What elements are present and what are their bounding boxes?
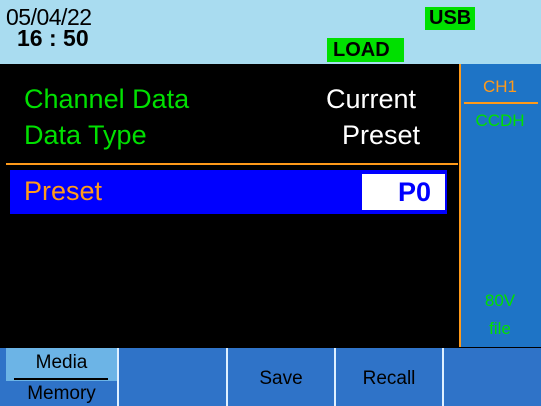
channel-indicator: CH1 xyxy=(482,77,517,96)
mode-indicator: CCDH xyxy=(475,111,525,130)
load-status-badge: LOAD xyxy=(327,38,404,62)
device-screen: 05/04/22 16 : 50 USB LOAD Channel Data C… xyxy=(0,0,541,406)
file-indicator: file xyxy=(489,319,511,338)
recall-softkey[interactable]: Recall xyxy=(334,348,442,406)
softkey-5[interactable] xyxy=(442,348,541,406)
data-type-label: Data Type xyxy=(24,120,147,150)
preset-row[interactable]: Preset P0 xyxy=(10,170,447,214)
media-option-label: Media xyxy=(35,352,88,373)
usb-status-badge: USB xyxy=(425,7,476,30)
channel-data-label: Channel Data xyxy=(24,84,190,114)
status-bar: 05/04/22 16 : 50 USB LOAD xyxy=(0,0,541,64)
sidebar-divider xyxy=(464,102,538,104)
save-softkey-label: Save xyxy=(259,368,303,389)
channel-data-value[interactable]: Current xyxy=(326,84,416,114)
save-softkey[interactable]: Save xyxy=(226,348,334,406)
media-option-separator xyxy=(14,378,108,380)
section-divider xyxy=(6,163,458,165)
data-type-value[interactable]: Preset xyxy=(342,120,420,150)
voltage-indicator: 80V xyxy=(484,291,516,310)
softkey-2[interactable] xyxy=(117,348,226,406)
preset-value-field[interactable]: P0 xyxy=(362,174,445,210)
preset-label: Preset xyxy=(24,176,103,206)
memory-option-label: Memory xyxy=(6,381,117,406)
media-memory-softkey[interactable]: Media Memory xyxy=(6,348,117,406)
channel-sidebar: CH1 CCDH 80V file xyxy=(459,64,541,347)
sidebar-border xyxy=(459,64,461,347)
time-display: 16 : 50 xyxy=(17,25,89,51)
recall-softkey-label: Recall xyxy=(362,368,416,389)
